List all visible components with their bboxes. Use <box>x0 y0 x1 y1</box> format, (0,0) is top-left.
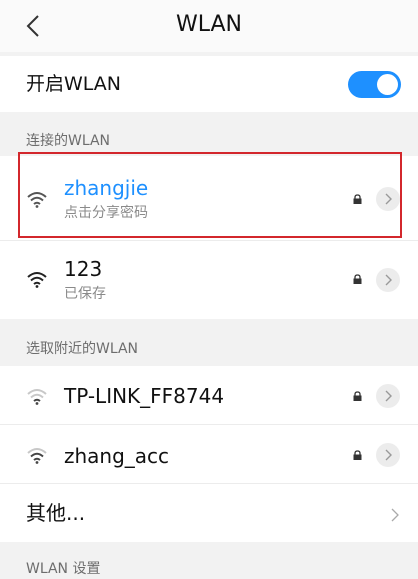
network-detail-button[interactable] <box>376 268 400 292</box>
network-row-123[interactable]: 123 已保存 <box>0 241 418 319</box>
lock-icon <box>353 274 362 284</box>
wifi-signal-icon <box>27 389 47 405</box>
nearby-networks-list: TP-LINK_FF8744 zhang_acc 其他... <box>0 366 418 542</box>
switch-knob <box>377 74 398 95</box>
network-detail-button[interactable] <box>376 384 400 408</box>
nearby-section-label: 选取附近的WLAN <box>26 341 139 357</box>
network-row-tp-link[interactable]: TP-LINK_FF8744 <box>0 366 418 424</box>
settings-section-label: WLAN 设置 <box>26 561 101 577</box>
other-label: 其他... <box>26 501 86 525</box>
top-bar: WLAN <box>0 0 418 52</box>
wifi-signal-icon <box>27 272 47 288</box>
network-name: 123 <box>64 257 103 281</box>
chevron-right-icon <box>385 449 392 461</box>
other-networks-row[interactable]: 其他... <box>0 484 418 542</box>
highlight-box <box>18 152 402 238</box>
lock-icon <box>353 391 362 401</box>
wifi-signal-icon <box>27 448 47 464</box>
wlan-toggle-row[interactable]: 开启WLAN <box>0 56 418 112</box>
wlan-switch[interactable] <box>348 71 401 98</box>
lock-icon <box>353 450 362 460</box>
network-name: zhang_acc <box>64 444 170 468</box>
network-status: 已保存 <box>64 286 106 302</box>
chevron-right-icon <box>385 274 392 286</box>
network-name: TP-LINK_FF8744 <box>64 384 225 408</box>
connected-section-label: 连接的WLAN <box>26 133 111 149</box>
network-detail-button[interactable] <box>376 443 400 467</box>
page-title: WLAN <box>175 12 243 37</box>
chevron-right-icon <box>391 508 399 522</box>
chevron-right-icon <box>385 390 392 402</box>
network-row-zhang-acc[interactable]: zhang_acc <box>0 425 418 483</box>
wlan-toggle-label: 开启WLAN <box>26 73 122 95</box>
